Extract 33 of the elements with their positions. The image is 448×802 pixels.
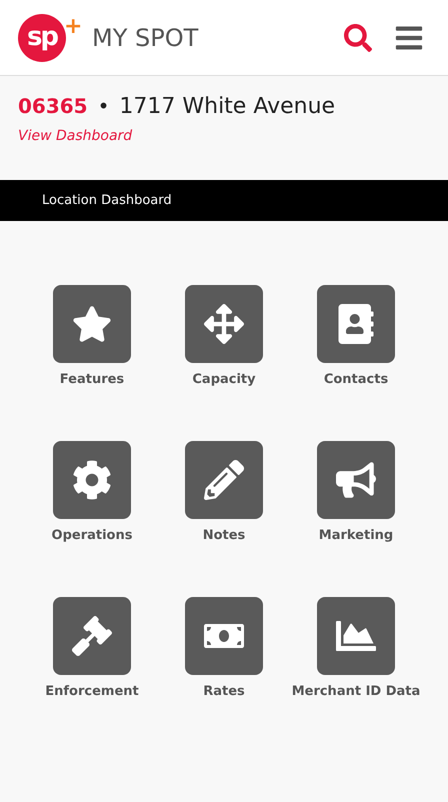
tile-label: Marketing [318,527,394,544]
tile-button[interactable] [185,285,263,363]
search-icon [344,24,372,52]
star-icon [72,304,112,344]
tile-label: Capacity [191,371,257,388]
tile-button[interactable] [317,441,395,519]
location-address: 1717 White Avenue [119,93,336,121]
gavel-icon [72,616,112,656]
separator-dot: • [98,93,110,120]
tile-label: Contacts [322,371,390,388]
search-button[interactable] [344,24,372,52]
pencil-icon [204,460,244,500]
tile-label: Rates [202,683,246,700]
settings-icon [72,460,112,500]
tile-label: Notes [202,527,246,544]
section-title: Location Dashboard [42,192,172,210]
tile-button[interactable] [185,441,263,519]
tile-button[interactable] [185,597,263,675]
address-book-icon [336,304,376,344]
megaphone-icon [336,460,376,500]
tile-button[interactable] [53,441,131,519]
move-arrows-icon [204,304,244,344]
location-number: 06365 [18,93,88,120]
view-dashboard-link[interactable]: View Dashboard [18,128,132,144]
tile-button[interactable] [317,597,395,675]
tile-label: Features [58,371,126,388]
tile-button[interactable] [317,285,395,363]
tile-button[interactable] [53,597,131,675]
tile-label: Merchant ID Data [291,683,421,700]
tile-button[interactable] [53,285,131,363]
tile-label: Enforcement [44,683,140,700]
app-name: MY SPOT [92,22,198,54]
tile-label: Operations [50,527,134,544]
